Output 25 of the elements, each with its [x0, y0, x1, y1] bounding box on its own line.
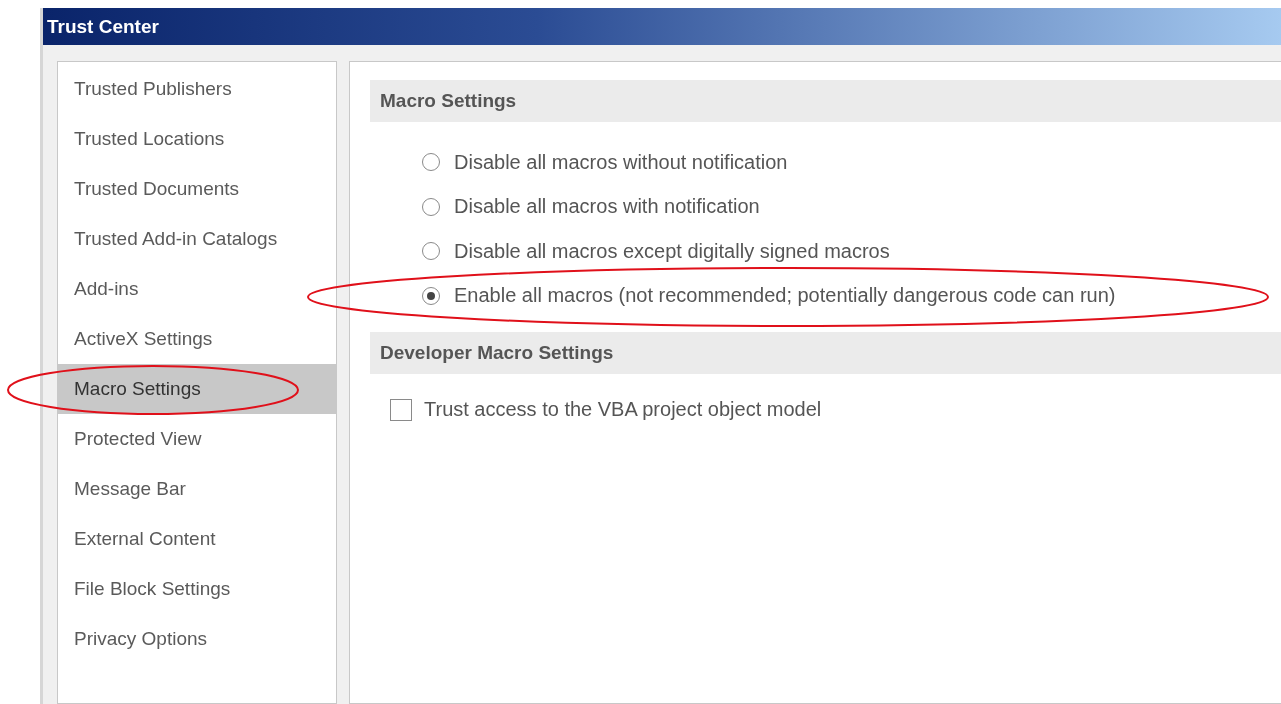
window-title: Trust Center [43, 8, 1281, 45]
sidebar-item[interactable]: Protected View [58, 414, 336, 464]
sidebar-item[interactable]: Trusted Add-in Catalogs [58, 214, 336, 264]
radio-button[interactable] [422, 286, 440, 305]
sidebar-item[interactable]: Message Bar [58, 464, 336, 514]
sidebar-item[interactable]: File Block Settings [58, 564, 336, 614]
section-heading: Macro Settings [370, 80, 1281, 122]
checkbox[interactable] [390, 398, 412, 421]
sidebar-item[interactable]: Privacy Options [58, 614, 336, 664]
sidebar-item[interactable]: ActiveX Settings [58, 314, 336, 364]
option-label: Disable all macros without notification [454, 150, 788, 174]
sidebar-item[interactable]: Trusted Documents [58, 164, 336, 214]
option-label: Enable all macros (not recommended; potentially dangerous code can run) [454, 284, 1116, 308]
section-heading: Developer Macro Settings [370, 332, 1281, 374]
sidebar-item[interactable]: Macro Settings [58, 364, 336, 414]
sidebar-item[interactable]: Trusted Locations [58, 114, 336, 164]
radio-button[interactable] [422, 242, 440, 261]
sidebar-item[interactable]: External Content [58, 514, 336, 564]
radio-button[interactable] [422, 197, 440, 216]
radio-button[interactable] [422, 153, 440, 172]
option-label: Trust access to the VBA project object model [424, 398, 822, 421]
sidebar-item[interactable]: Add-ins [58, 264, 336, 314]
option-label: Disable all macros with notification [454, 195, 760, 219]
option-label: Disable all macros except digitally signed macros [454, 239, 890, 263]
sidebar-item[interactable]: Trusted Publishers [58, 64, 336, 114]
